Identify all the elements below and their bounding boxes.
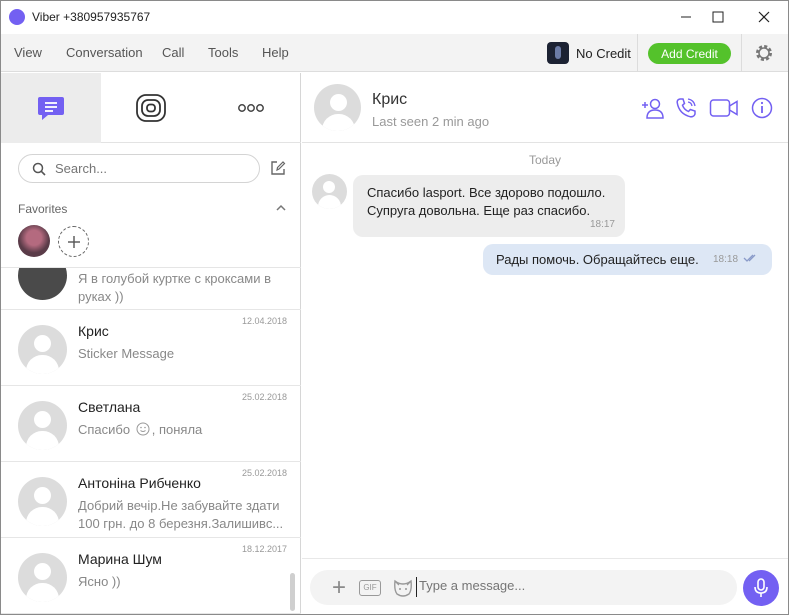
date-separator: Today <box>528 153 562 167</box>
chat-preview: Ясно )) <box>78 574 121 589</box>
divider <box>741 34 742 72</box>
chat-date: 12.04.2018 <box>241 316 287 326</box>
message-line: Супруга довольна. Еще раз спасибо. <box>367 203 591 218</box>
close-icon <box>758 11 770 23</box>
contact-avatar[interactable] <box>312 174 347 209</box>
tab-public-accounts[interactable] <box>101 73 201 143</box>
add-participant-icon[interactable] <box>641 97 665 119</box>
favorites-label: Favorites <box>18 202 68 216</box>
menu-view[interactable]: View <box>14 45 42 60</box>
tab-more[interactable] <box>201 73 301 143</box>
minimize-icon <box>681 16 691 18</box>
outgoing-message[interactable]: Рады помочь. Обращайтесь еще. 18:18 <box>483 244 772 275</box>
microphone-icon <box>754 578 768 597</box>
read-checkmarks-icon <box>743 254 756 262</box>
sidebar: Favorites Я в голубой куртке с кроксами … <box>1 73 301 614</box>
add-credit-button[interactable]: Add Credit <box>648 43 731 64</box>
info-icon[interactable] <box>751 97 773 119</box>
incoming-message[interactable]: Спасибо lasport. Все здорово подошло. Су… <box>353 175 625 237</box>
contact-avatar <box>18 268 67 300</box>
more-dots-icon <box>238 104 264 112</box>
message-time: 18:18 <box>713 254 739 265</box>
smiley-icon <box>136 422 150 436</box>
chat-name: Антоніна Рибченко <box>78 475 201 491</box>
add-favorite-button[interactable] <box>58 226 89 257</box>
message-input[interactable] <box>419 578 719 593</box>
chat-name: Марина Шум <box>78 551 162 567</box>
search-input[interactable] <box>55 161 245 176</box>
conversation-header: Крис Last seen 2 min ago <box>302 73 788 143</box>
favorite-contact-avatar[interactable] <box>18 225 50 257</box>
divider <box>637 34 638 72</box>
chat-preview: Sticker Message <box>78 346 175 361</box>
chat-date: 18.12.2017 <box>241 544 287 554</box>
conversation-panel: Крис Last seen 2 min ago Today Спасибо l… <box>302 73 788 614</box>
attach-plus-icon[interactable]: + <box>332 574 346 602</box>
gif-icon[interactable]: GIF <box>359 580 381 596</box>
chat-name: Светлана <box>78 399 141 415</box>
chevron-up-icon[interactable] <box>276 204 286 211</box>
menu-bar: View Conversation Call Tools Help No Cre… <box>1 34 788 72</box>
tab-chats[interactable] <box>1 73 101 143</box>
chat-list: Я в голубой куртке с кроксами в руках ))… <box>1 268 301 614</box>
video-call-icon[interactable] <box>709 97 739 119</box>
chat-bubble-icon <box>38 97 64 120</box>
chat-list-scrollbar[interactable] <box>290 573 295 611</box>
message-line: Спасибо lasport. Все здорово подошло. <box>367 185 606 200</box>
chat-preview-text: Спасибо <box>78 422 131 437</box>
chat-list-item[interactable]: Я в голубой куртке с кроксами в руках )) <box>1 268 301 310</box>
chat-list-item[interactable]: Антоніна Рибченко Добрий вечір.Не забува… <box>1 462 301 538</box>
search-box[interactable] <box>18 154 260 183</box>
message-composer: + GIF <box>302 558 788 614</box>
menu-call[interactable]: Call <box>162 45 184 60</box>
message-text: Рады помочь. Обращайтесь еще. <box>496 252 699 267</box>
menu-conversation[interactable]: Conversation <box>66 45 143 60</box>
chat-date: 25.02.2018 <box>241 392 287 402</box>
chat-preview: Я в голубой куртке с кроксами в руках )) <box>78 271 272 304</box>
chat-date: 25.02.2018 <box>241 468 287 478</box>
compose-icon[interactable] <box>270 160 286 176</box>
maximize-icon <box>712 11 724 23</box>
chat-list-item[interactable]: Светлана Спасибо , поняла 25.02.2018 <box>1 386 301 462</box>
credit-status: No Credit <box>576 46 631 61</box>
message-time: 18:17 <box>589 219 615 230</box>
search-icon <box>32 162 46 176</box>
contact-avatar <box>18 401 67 450</box>
chat-list-item[interactable]: Крис Sticker Message 12.04.2018 <box>1 310 301 386</box>
chat-list-item[interactable]: Марина Шум Ясно )) 18.12.2017 <box>1 538 301 614</box>
maximize-button[interactable] <box>698 1 738 33</box>
public-accounts-icon <box>136 94 166 122</box>
contact-avatar <box>18 553 67 602</box>
contact-name[interactable]: Крис <box>372 91 407 109</box>
message-input-box[interactable]: + GIF <box>310 570 737 605</box>
plus-icon <box>67 235 80 248</box>
window-title: Viber +380957935767 <box>32 10 151 24</box>
voice-message-button[interactable] <box>743 570 779 606</box>
sidebar-tabs <box>1 73 301 143</box>
voice-call-icon[interactable] <box>675 97 697 119</box>
contact-avatar[interactable] <box>314 84 361 131</box>
chat-name: Крис <box>78 323 109 339</box>
text-caret <box>416 577 417 597</box>
chat-preview: Добрий вечір.Не забувайте здати 100 грн.… <box>78 498 284 531</box>
message-text: Спасибо lasport. Все здорово подошло. Су… <box>367 184 605 220</box>
close-button[interactable] <box>744 1 784 33</box>
contact-avatar <box>18 477 67 526</box>
menu-help[interactable]: Help <box>262 45 289 60</box>
account-avatar[interactable] <box>547 42 569 64</box>
settings-gear-icon[interactable] <box>754 43 774 63</box>
chat-preview: Спасибо , поняла <box>78 421 288 439</box>
title-bar: Viber +380957935767 <box>1 1 788 34</box>
sticker-icon[interactable] <box>392 578 414 598</box>
last-seen-status: Last seen 2 min ago <box>372 114 490 129</box>
contact-avatar <box>18 325 67 374</box>
viber-logo-icon <box>9 9 25 25</box>
menu-tools[interactable]: Tools <box>208 45 238 60</box>
viber-window: Viber +380957935767 View Conversation Ca… <box>0 0 789 615</box>
chat-preview-text: , поняла <box>151 422 203 437</box>
